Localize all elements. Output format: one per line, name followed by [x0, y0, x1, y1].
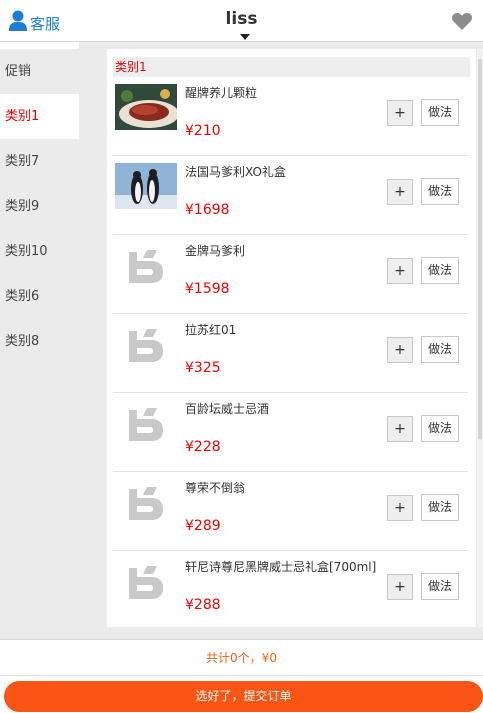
- sidebar-item-category-9[interactable]: 类别9: [0, 184, 79, 229]
- product-price: ¥289: [185, 518, 221, 534]
- product-item[interactable]: 尊荣不倒翁 ¥289 + 做法: [113, 472, 468, 551]
- product-name: 法国马爹利XO礼盒: [185, 165, 286, 179]
- top-bar: 客服 liss: [0, 0, 483, 42]
- product-name: 尊荣不倒翁: [185, 481, 246, 495]
- product-name: 醒牌养儿颗粒: [185, 86, 258, 100]
- sidebar-item-category-1[interactable]: 类别1: [0, 94, 79, 139]
- product-name: 金牌马爹利: [185, 244, 246, 258]
- cooking-method-button[interactable]: 做法: [421, 336, 459, 363]
- sidebar-item-category-6[interactable]: 类别6: [0, 274, 79, 319]
- product-image[interactable]: [115, 163, 177, 209]
- add-to-cart-button[interactable]: +: [387, 495, 413, 521]
- category-header: 类别1: [113, 57, 470, 77]
- sidebar-item-category-10[interactable]: 类别10: [0, 229, 79, 274]
- scrollbar-thumb[interactable]: [478, 59, 482, 439]
- product-price: ¥325: [185, 360, 221, 376]
- product-image[interactable]: [115, 479, 177, 525]
- product-image[interactable]: [115, 242, 177, 288]
- cooking-method-button[interactable]: 做法: [421, 415, 459, 442]
- product-item[interactable]: 金牌马爹利 ¥1598 + 做法: [113, 235, 468, 314]
- add-to-cart-button[interactable]: +: [387, 416, 413, 442]
- add-to-cart-button[interactable]: +: [387, 574, 413, 600]
- product-price: ¥228: [185, 439, 221, 455]
- product-item[interactable]: 法国马爹利XO礼盒 ¥1698 + 做法: [113, 156, 468, 235]
- cooking-method-button[interactable]: 做法: [421, 573, 459, 600]
- add-to-cart-button[interactable]: +: [387, 179, 413, 205]
- product-image[interactable]: [115, 400, 177, 446]
- product-price: ¥1698: [185, 202, 230, 218]
- cooking-method-button[interactable]: 做法: [421, 494, 459, 521]
- product-image[interactable]: [115, 84, 179, 130]
- dropdown-caret-icon[interactable]: [240, 34, 250, 40]
- product-item[interactable]: 轩尼诗尊尼黑牌威士忌礼盒[700ml] ¥288 + 做法: [113, 551, 468, 627]
- add-to-cart-button[interactable]: +: [387, 258, 413, 284]
- product-image[interactable]: [115, 321, 177, 367]
- cart-total: 共计0个，¥0: [206, 651, 277, 665]
- page-title[interactable]: liss: [0, 9, 483, 29]
- product-name: 百龄坛威士忌酒: [185, 402, 270, 416]
- product-name: 拉苏红01: [185, 323, 237, 337]
- sidebar-item-category-7[interactable]: 类别7: [0, 139, 79, 184]
- product-item[interactable]: 醒牌养儿颗粒 ¥210 + 做法: [113, 77, 468, 156]
- cooking-method-button[interactable]: 做法: [421, 257, 459, 284]
- product-image[interactable]: [115, 558, 177, 604]
- product-price: ¥1598: [185, 281, 230, 297]
- product-item[interactable]: 拉苏红01 ¥325 + 做法: [113, 314, 468, 393]
- product-price: ¥210: [185, 123, 221, 139]
- cooking-method-button[interactable]: 做法: [421, 99, 459, 126]
- product-item[interactable]: 百龄坛威士忌酒 ¥228 + 做法: [113, 393, 468, 472]
- heart-icon[interactable]: [451, 12, 473, 35]
- category-sidebar: 促销 类别1 类别7 类别9 类别10 类别6 类别8: [0, 49, 79, 639]
- scrollbar[interactable]: [477, 49, 483, 627]
- product-name: 轩尼诗尊尼黑牌威士忌礼盒[700ml]: [185, 560, 377, 574]
- product-list: 类别1 醒牌养儿颗粒 ¥210 + 做法 法国马爹利XO礼盒 ¥1698 + 做…: [107, 49, 476, 627]
- submit-order-button[interactable]: 选好了，提交订单: [4, 681, 483, 712]
- sidebar-item-category-8[interactable]: 类别8: [0, 319, 79, 364]
- cart-summary: 共计0个，¥0: [0, 639, 483, 676]
- sidebar-item-promotion[interactable]: 促销: [0, 49, 79, 94]
- cooking-method-button[interactable]: 做法: [421, 178, 459, 205]
- product-price: ¥288: [185, 597, 221, 613]
- add-to-cart-button[interactable]: +: [387, 100, 413, 126]
- add-to-cart-button[interactable]: +: [387, 337, 413, 363]
